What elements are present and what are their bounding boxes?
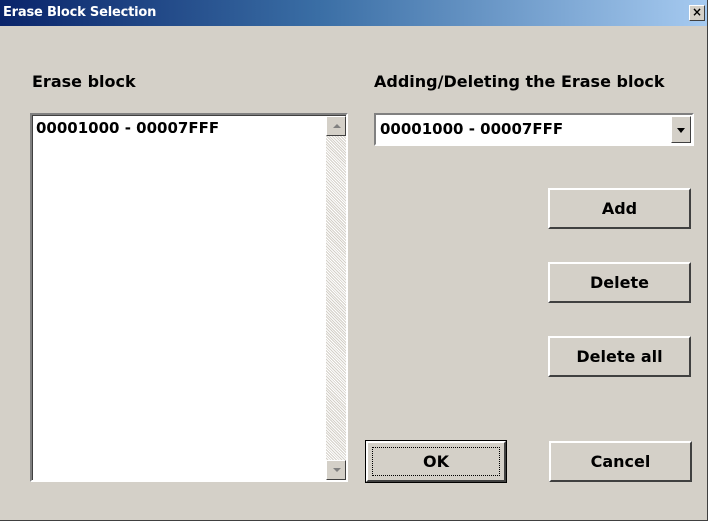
delete-button-label: Delete bbox=[590, 273, 649, 292]
focus-rectangle bbox=[372, 447, 500, 476]
cancel-button-label: Cancel bbox=[590, 452, 651, 471]
arrow-down-icon bbox=[333, 468, 341, 472]
close-icon: × bbox=[691, 5, 703, 19]
ok-button[interactable]: OK bbox=[365, 440, 507, 483]
erase-block-list-inner: 00001000 - 00007FFF bbox=[32, 115, 346, 480]
scroll-down-button[interactable] bbox=[326, 460, 346, 480]
dropdown-button[interactable] bbox=[671, 116, 691, 143]
add-button[interactable]: Add bbox=[548, 188, 691, 229]
erase-block-label: Erase block bbox=[32, 72, 136, 91]
chevron-down-icon bbox=[677, 128, 685, 133]
arrow-up-icon bbox=[333, 124, 341, 128]
delete-all-button-label: Delete all bbox=[576, 347, 663, 366]
delete-button[interactable]: Delete bbox=[548, 262, 691, 303]
delete-all-button[interactable]: Delete all bbox=[548, 336, 691, 377]
title-bar: Erase Block Selection × bbox=[0, 0, 707, 26]
close-button[interactable]: × bbox=[689, 5, 705, 21]
erase-block-dropdown[interactable]: 00001000 - 00007FFF bbox=[374, 113, 694, 146]
list-item[interactable]: 00001000 - 00007FFF bbox=[36, 119, 219, 137]
dropdown-value: 00001000 - 00007FFF bbox=[380, 120, 564, 138]
vertical-scrollbar[interactable] bbox=[326, 116, 346, 480]
adding-deleting-label: Adding/Deleting the Erase block bbox=[374, 72, 665, 91]
add-button-label: Add bbox=[601, 199, 638, 218]
erase-block-list[interactable]: 00001000 - 00007FFF bbox=[30, 113, 348, 482]
erase-block-dialog: Erase Block Selection × Erase block 0000… bbox=[0, 0, 708, 521]
cancel-button[interactable]: Cancel bbox=[549, 441, 692, 482]
scroll-up-button[interactable] bbox=[326, 116, 346, 136]
window-title: Erase Block Selection bbox=[3, 5, 157, 20]
